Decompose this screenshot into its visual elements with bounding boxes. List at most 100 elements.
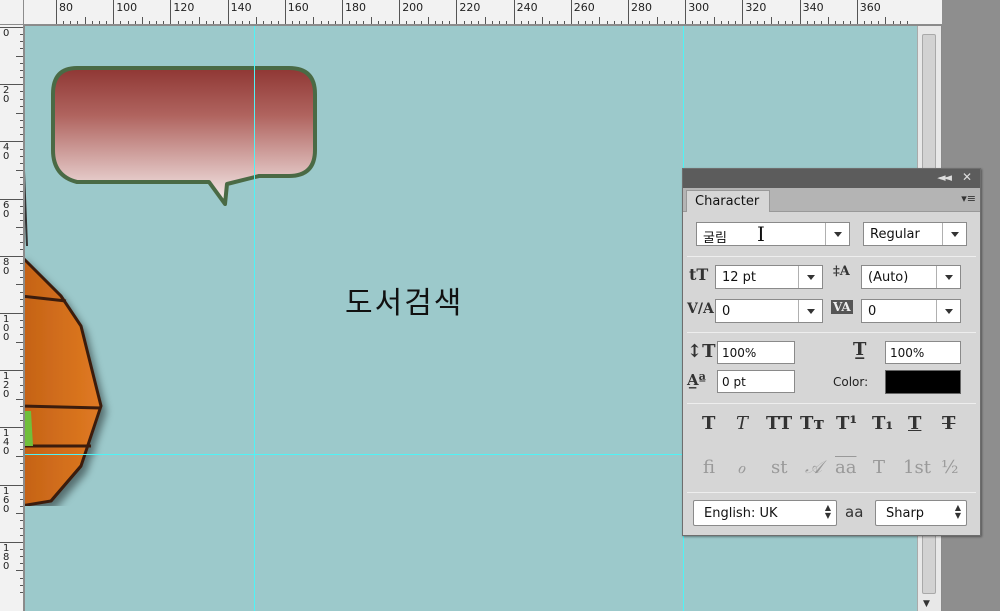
leading-field[interactable]: (Auto)	[861, 265, 961, 289]
ruler-tick	[427, 17, 429, 24]
superscript-button[interactable]: T¹	[836, 413, 857, 434]
ruler-tick	[284, 0, 286, 24]
kerning-field[interactable]: 0	[715, 299, 823, 323]
ruler-tick	[377, 21, 379, 24]
close-icon[interactable]: ✕	[962, 170, 972, 184]
canvas-text-layer[interactable]: 도서검색	[345, 278, 463, 322]
ruler-corner[interactable]	[0, 0, 24, 25]
ruler-tick	[735, 21, 737, 24]
underline-button[interactable]: T	[908, 413, 921, 434]
separator	[687, 492, 976, 493]
ruler-tick	[16, 341, 23, 343]
baseline-shift-field[interactable]: 0 pt	[717, 370, 795, 393]
ruler-top[interactable]: 80 100 120 140 160 180 200 220 240 260 280 300 320 34…	[0, 0, 942, 25]
ruler-tick	[606, 21, 608, 24]
lantern-image[interactable]	[25, 146, 131, 506]
tab-character[interactable]: Character	[686, 190, 770, 212]
font-style-field[interactable]: Regular	[863, 222, 967, 246]
vertical-scale-field[interactable]: 100%	[717, 341, 795, 364]
faux-italic-button[interactable]: T	[736, 413, 748, 434]
ruler-tick	[520, 21, 522, 24]
ruler-tick	[20, 248, 23, 250]
tracking-field[interactable]: 0	[861, 299, 961, 323]
ruler-tick	[16, 55, 23, 57]
ruler-tick	[20, 556, 23, 558]
ruler-left-label: 40	[3, 142, 10, 163]
ruler-tick	[70, 21, 72, 24]
ruler-tick	[91, 21, 93, 24]
discretionary-ligatures-button[interactable]: st	[771, 457, 787, 478]
ruler-left[interactable]: 0 20 40 60 80 100 120 140 160 180	[0, 25, 24, 611]
ruler-tick	[20, 377, 23, 379]
ruler-tick	[849, 21, 851, 24]
panel-menu-icon[interactable]: ▾≡	[961, 192, 976, 205]
ruler-top-label: 140	[230, 1, 252, 14]
tracking-dropdown-icon[interactable]	[936, 300, 960, 322]
baseline-shift-icon: A̲ª	[687, 371, 706, 389]
ruler-tick	[670, 21, 672, 24]
swash-button[interactable]: 𝒜	[805, 457, 822, 478]
separator	[687, 332, 976, 333]
ruler-left-label: 0	[3, 28, 10, 39]
ruler-tick	[570, 0, 572, 24]
ruler-tick	[0, 313, 23, 314]
color-swatch[interactable]	[885, 370, 961, 394]
ruler-tick	[334, 21, 336, 24]
font-family-dropdown-icon[interactable]	[825, 223, 849, 245]
fractions-button[interactable]: ½	[941, 457, 958, 478]
small-caps-button[interactable]: Tт	[800, 413, 825, 434]
all-caps-button[interactable]: TT	[766, 413, 792, 434]
panel-titlebar[interactable]: ◄◄ ✕	[683, 169, 980, 188]
ruler-top-label: 240	[516, 1, 538, 14]
font-size-dropdown-icon[interactable]	[798, 266, 822, 288]
double-left-arrow-icon[interactable]: ◄◄	[937, 171, 952, 184]
ruler-tick	[56, 0, 57, 24]
guide-vertical-1[interactable]	[254, 26, 255, 611]
ruler-tick	[363, 21, 365, 24]
spinner-arrows-icon[interactable]: ▲ ▼	[955, 504, 961, 520]
faux-bold-button[interactable]: T	[702, 413, 715, 434]
ruler-tick	[821, 21, 823, 24]
ruler-tick	[0, 370, 23, 372]
antialias-select[interactable]: Sharp ▲ ▼	[875, 500, 967, 526]
ordinals-button[interactable]: 1st	[903, 457, 931, 478]
ruler-tick	[442, 21, 444, 24]
ruler-tick	[63, 21, 65, 24]
font-family-field[interactable]: 굴림	[696, 222, 850, 246]
ruler-tick	[20, 48, 23, 50]
ruler-tick	[413, 21, 415, 24]
font-size-value: 12 pt	[722, 270, 757, 285]
spinner-arrows-icon[interactable]: ▲ ▼	[825, 504, 831, 520]
subscript-button[interactable]: T₁	[872, 413, 893, 434]
horizontal-scale-field[interactable]: 100%	[885, 341, 961, 364]
ruler-tick	[492, 21, 494, 24]
font-size-field[interactable]: 12 pt	[715, 265, 823, 289]
stylistic-alternates-button[interactable]: aa	[835, 457, 856, 478]
font-size-icon: tT	[689, 265, 709, 284]
ruler-left-label: 80	[3, 256, 10, 277]
contextual-alternates-button[interactable]: ℴ	[737, 457, 745, 478]
ruler-tick	[20, 320, 23, 322]
ruler-tick	[134, 21, 136, 24]
ruler-left-label: 120	[3, 371, 10, 401]
ruler-tick	[16, 284, 23, 286]
ruler-tick	[20, 212, 23, 214]
language-select[interactable]: English: UK ▲ ▼	[693, 500, 837, 526]
ruler-tick	[20, 448, 23, 450]
ruler-left-label: 60	[3, 199, 10, 220]
strikethrough-button[interactable]: T	[942, 413, 955, 434]
ruler-tick	[20, 262, 23, 264]
ruler-tick	[20, 491, 23, 493]
ligatures-button[interactable]: fi	[703, 457, 715, 478]
font-style-dropdown-icon[interactable]	[942, 223, 966, 245]
kerning-dropdown-icon[interactable]	[798, 300, 822, 322]
ruler-top-label: 200	[402, 1, 424, 14]
ruler-tick	[470, 21, 472, 24]
titling-alternates-button[interactable]: T	[873, 457, 885, 478]
ruler-tick	[878, 21, 880, 24]
antialias-icon: aa	[845, 503, 864, 521]
ruler-tick	[98, 21, 100, 24]
scroll-down-arrow-icon[interactable]: ▼	[923, 599, 930, 609]
ruler-tick	[563, 21, 565, 24]
leading-dropdown-icon[interactable]	[936, 266, 960, 288]
